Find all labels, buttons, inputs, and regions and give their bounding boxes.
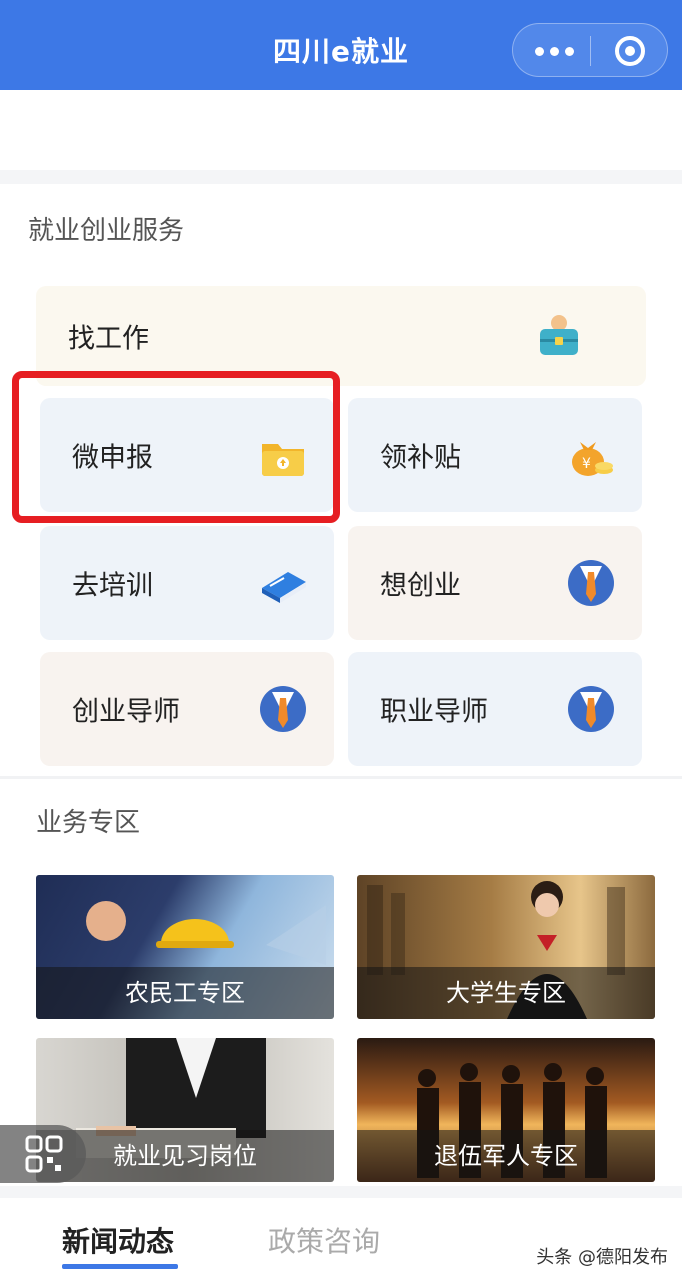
scan-icon: [25, 1135, 63, 1173]
svg-text:¥: ¥: [582, 456, 591, 472]
zone-tile-college-students[interactable]: 大学生专区: [357, 875, 655, 1019]
briefcase-icon: [540, 315, 578, 355]
capsule-divider: [590, 36, 591, 66]
mini-program-capsule: [512, 23, 668, 77]
section-gap: [0, 170, 682, 184]
service-card-startup-mentor[interactable]: 创业导师: [40, 652, 334, 766]
person-tie-icon: [568, 560, 614, 606]
service-card-startup[interactable]: 想创业: [348, 526, 642, 640]
service-label: 想创业: [380, 570, 461, 602]
zone-tile-migrant-workers[interactable]: 农民工专区: [36, 875, 334, 1019]
highlight-box: [12, 371, 340, 523]
zones-section-title: 业务专区: [36, 808, 141, 838]
tab-policy[interactable]: 政策咨询: [268, 1220, 380, 1260]
service-label: 找工作: [68, 323, 149, 355]
zone-tile-veterans[interactable]: 退伍军人专区: [357, 1038, 655, 1182]
tabs-band: [0, 1186, 682, 1198]
more-dots-icon[interactable]: [535, 47, 575, 57]
active-tab-indicator: [62, 1264, 178, 1269]
scan-button[interactable]: [0, 1125, 86, 1183]
money-bag-icon: ¥: [572, 442, 613, 476]
zone-label: 退伍军人专区: [357, 1130, 655, 1182]
service-card-career-mentor[interactable]: 职业导师: [348, 652, 642, 766]
services-section-title: 就业创业服务: [28, 216, 185, 246]
service-label: 领补贴: [380, 442, 461, 474]
zone-label: 大学生专区: [357, 967, 655, 1019]
book-icon: [262, 572, 306, 603]
service-label: 职业导师: [380, 696, 488, 728]
person-tie-icon: [260, 686, 306, 732]
person-tie-icon: [568, 686, 614, 732]
zone-label: 农民工专区: [36, 967, 334, 1019]
watermark: 头条 @德阳发布: [536, 1247, 668, 1268]
service-card-training[interactable]: 去培训: [40, 526, 334, 640]
top-bar: 四川e就业: [0, 0, 682, 90]
service-label: 创业导师: [72, 696, 180, 728]
target-circle-icon[interactable]: [615, 36, 645, 66]
section-divider: [0, 776, 682, 779]
tab-news[interactable]: 新闻动态: [62, 1220, 174, 1260]
service-card-subsidy[interactable]: 领补贴 ¥: [348, 398, 642, 512]
service-label: 去培训: [72, 570, 153, 602]
